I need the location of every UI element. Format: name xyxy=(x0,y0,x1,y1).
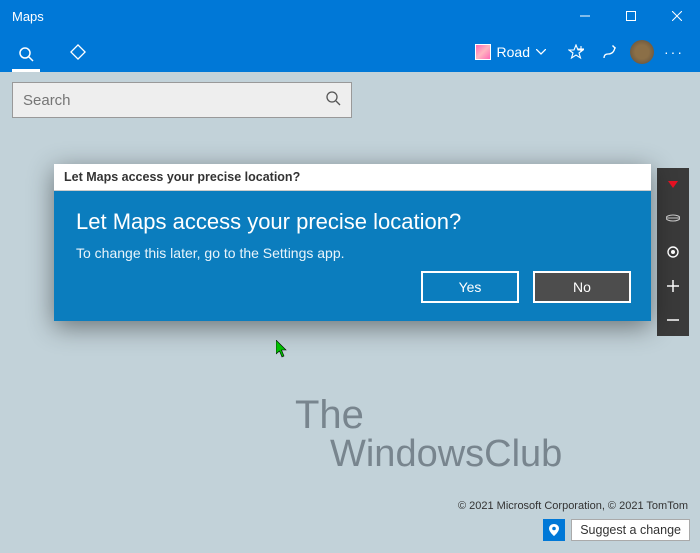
chevron-down-icon xyxy=(536,49,546,55)
nav-left xyxy=(12,38,92,66)
suggest-change-button[interactable]: Suggest a change xyxy=(571,519,690,541)
app-title: Maps xyxy=(12,9,562,24)
dialog-title: Let Maps access your precise location? xyxy=(54,164,651,191)
search-box[interactable] xyxy=(12,82,352,118)
location-permission-dialog: Let Maps access your precise location? L… xyxy=(54,164,651,321)
window-controls xyxy=(562,0,700,32)
close-button[interactable] xyxy=(654,0,700,32)
more-icon[interactable]: ··· xyxy=(660,38,688,66)
road-style-icon xyxy=(475,44,491,60)
directions-icon[interactable] xyxy=(64,38,92,66)
search-area xyxy=(0,72,700,128)
map-controls xyxy=(657,168,689,336)
dialog-heading: Let Maps access your precise location? xyxy=(76,209,629,235)
zoom-out-button[interactable] xyxy=(663,310,683,330)
top-nav: Road ··· xyxy=(0,32,700,72)
watermark-line1: The xyxy=(295,393,364,437)
title-bar: Maps xyxy=(0,0,700,32)
suggest-pin-icon[interactable] xyxy=(543,519,565,541)
maximize-button[interactable] xyxy=(608,0,654,32)
compass-icon[interactable] xyxy=(663,174,683,194)
cursor-icon xyxy=(276,340,290,363)
zoom-in-button[interactable] xyxy=(663,276,683,296)
tilt-icon[interactable] xyxy=(663,208,683,228)
yes-button[interactable]: Yes xyxy=(421,271,519,303)
no-button[interactable]: No xyxy=(533,271,631,303)
minimize-button[interactable] xyxy=(562,0,608,32)
search-input[interactable] xyxy=(23,92,325,109)
search-tab-icon[interactable] xyxy=(12,44,40,72)
map-style-label: Road xyxy=(497,44,530,60)
search-icon[interactable] xyxy=(325,90,341,111)
suggest-area: Suggest a change xyxy=(543,519,690,541)
locate-me-icon[interactable] xyxy=(663,242,683,262)
avatar[interactable] xyxy=(630,40,654,64)
ink-icon[interactable] xyxy=(596,38,624,66)
map-style-dropdown[interactable]: Road xyxy=(475,44,546,60)
dialog-buttons: Yes No xyxy=(421,271,631,303)
dialog-subtext: To change this later, go to the Settings… xyxy=(76,245,629,261)
copyright-text: © 2021 Microsoft Corporation, © 2021 Tom… xyxy=(458,500,688,512)
watermark-line2: WindowsClub xyxy=(330,435,562,473)
dialog-body: Let Maps access your precise location? T… xyxy=(54,191,651,321)
watermark: The WindowsClub xyxy=(295,395,562,473)
favorites-icon[interactable] xyxy=(562,38,590,66)
